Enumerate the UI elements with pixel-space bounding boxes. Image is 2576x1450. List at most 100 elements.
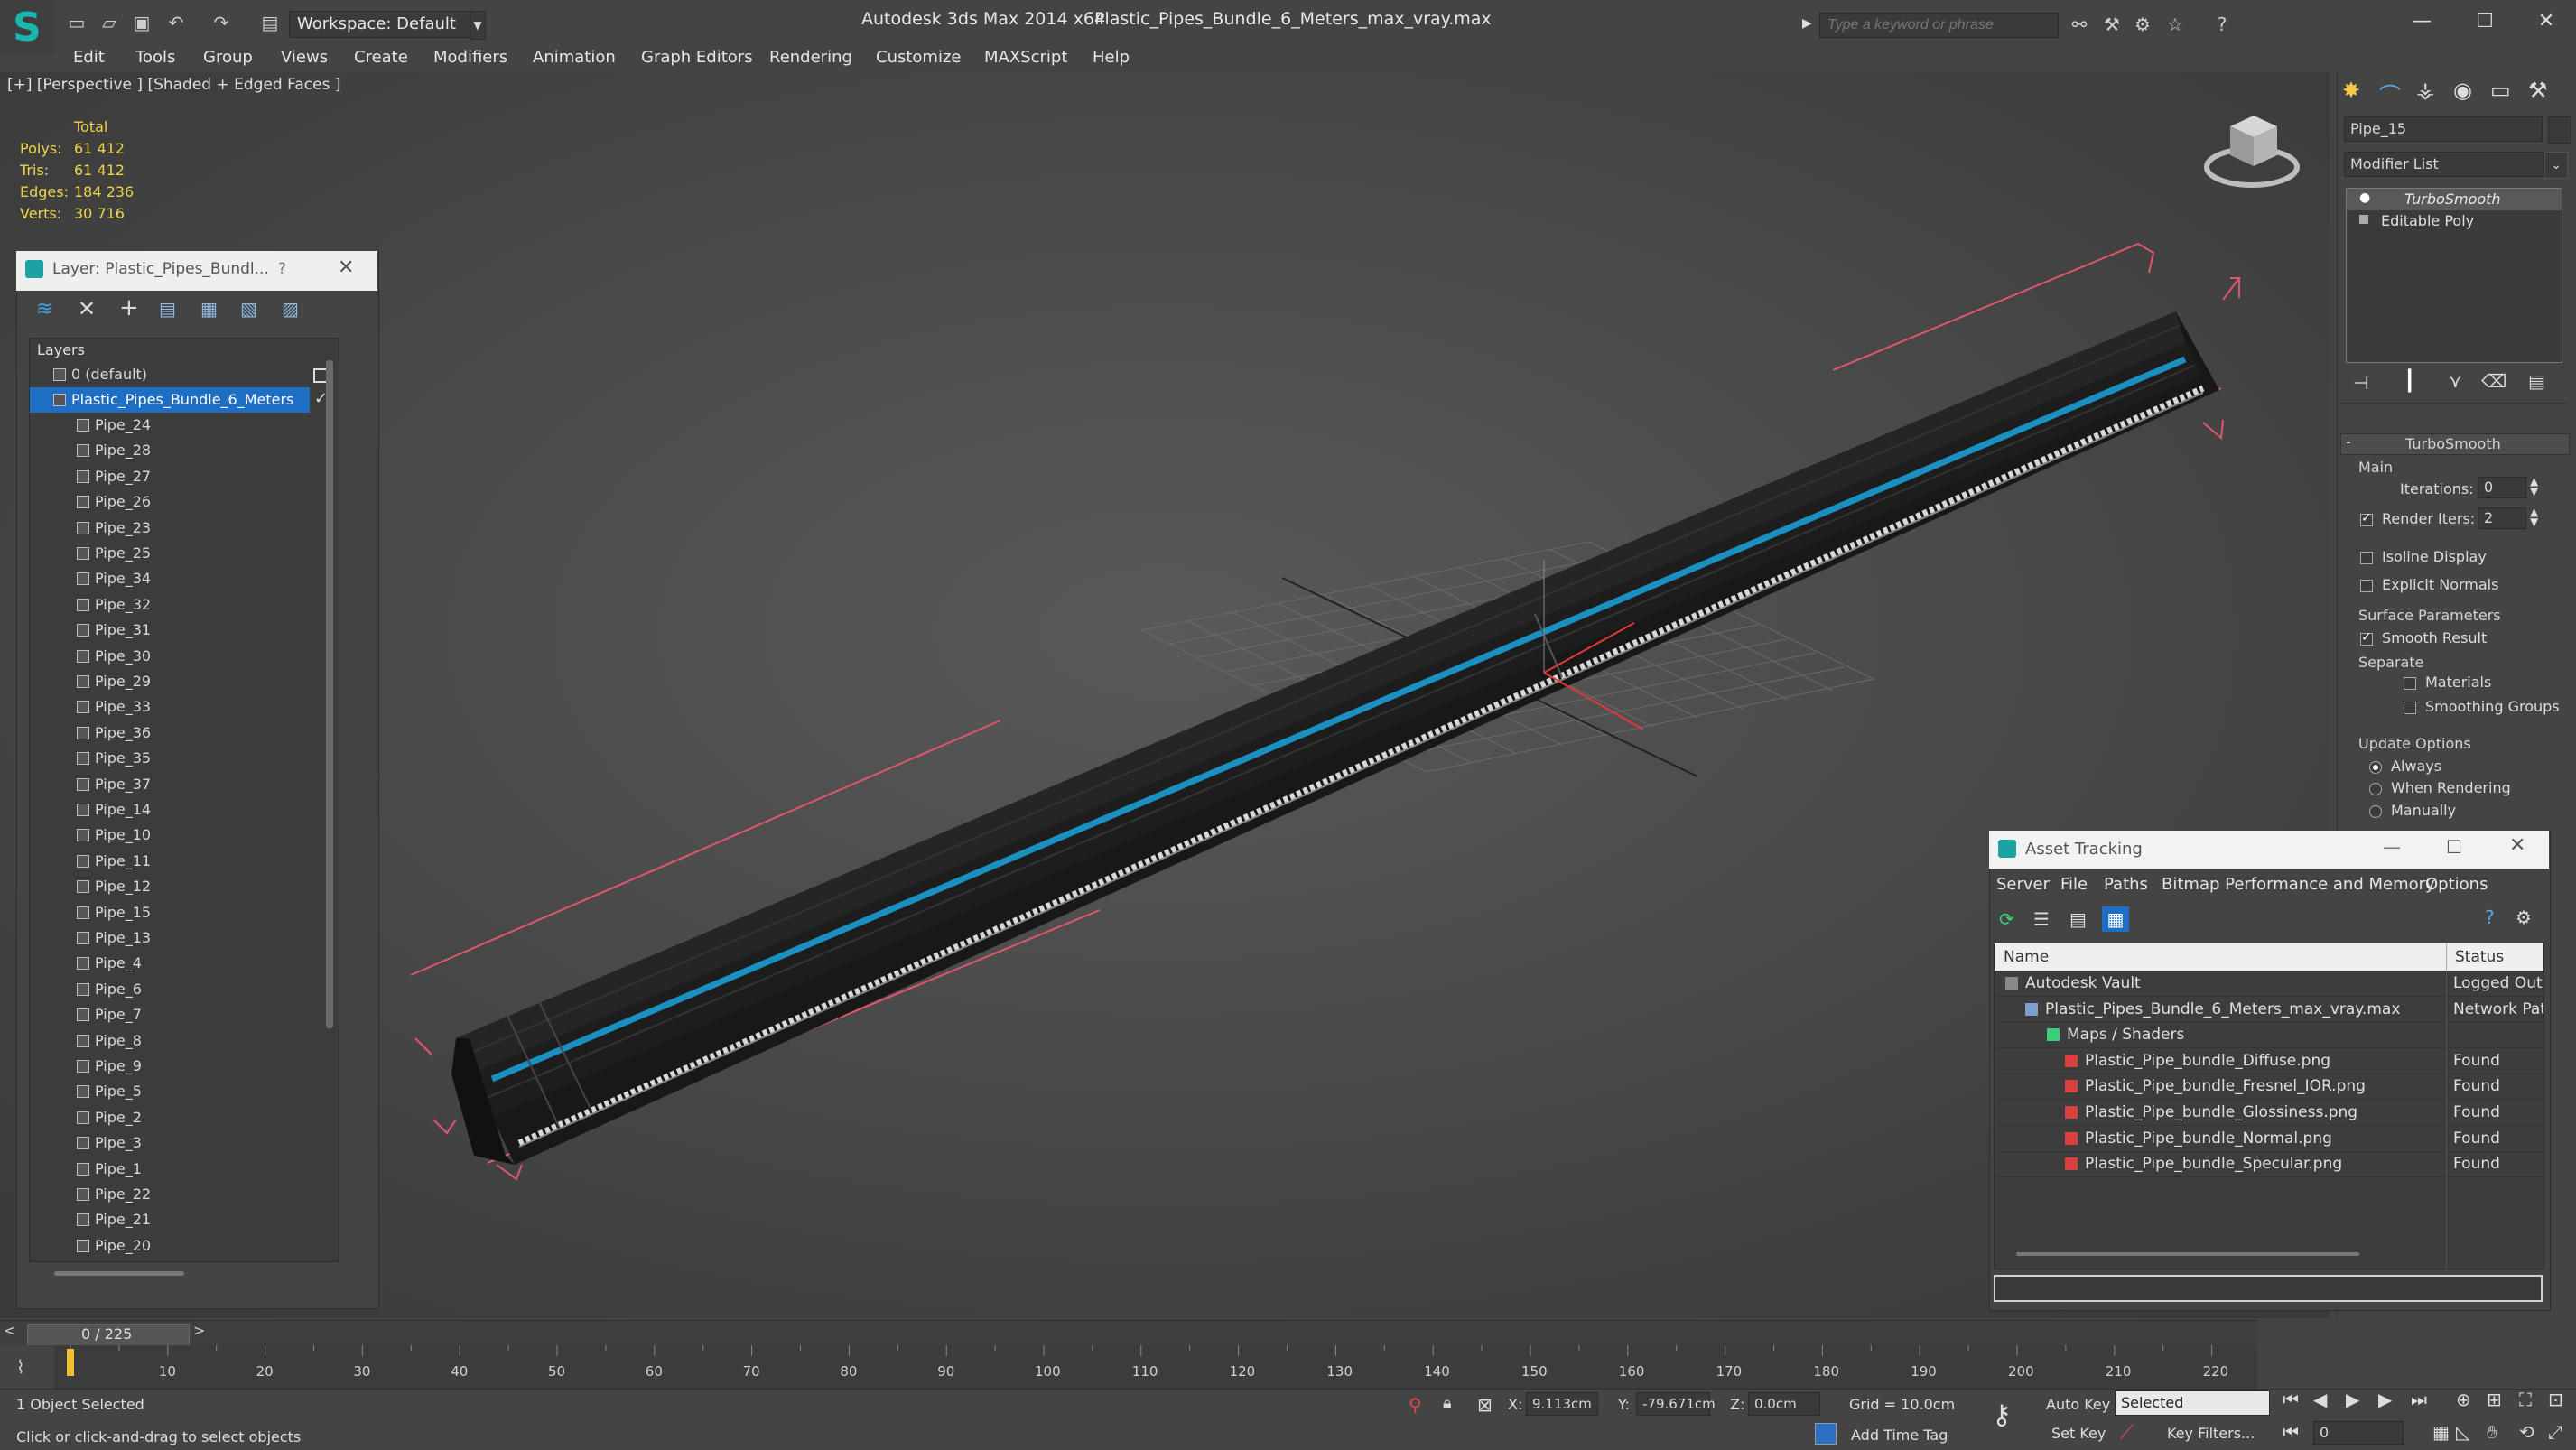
x-coordinate-field[interactable]: 9.113cm — [1526, 1392, 1598, 1416]
when-rendering-radio[interactable] — [2369, 783, 2382, 795]
asset-menu-paths[interactable]: Paths — [2104, 872, 2148, 897]
layer-object-row[interactable]: Pipe_11 — [30, 849, 339, 874]
time-tag-icon[interactable] — [1815, 1423, 1837, 1445]
layer-object-row[interactable]: Pipe_20 — [30, 1233, 339, 1259]
orbit-icon[interactable]: ⟲ — [2519, 1421, 2534, 1443]
project-folder-icon[interactable]: ▤ — [258, 11, 282, 34]
menu-graph-editors[interactable]: Graph Editors — [641, 45, 753, 70]
menu-views[interactable]: Views — [281, 45, 328, 70]
save-icon[interactable]: ▣ — [130, 11, 153, 34]
y-coordinate-field[interactable]: -79.671cm — [1636, 1392, 1716, 1416]
layer-object-row[interactable]: Pipe_23 — [30, 516, 339, 541]
asset-minimize-button[interactable]: — — [2383, 836, 2401, 858]
menu-animation[interactable]: Animation — [533, 45, 616, 70]
render-iters-spinner[interactable]: 2 — [2478, 507, 2526, 529]
asset-menu-options[interactable]: Options — [2425, 872, 2488, 897]
render-iters-checkbox[interactable] — [2360, 511, 2373, 526]
layer-object-row[interactable]: Pipe_36 — [30, 720, 339, 746]
show-end-result-icon[interactable]: ┃ — [2404, 370, 2415, 393]
open-file-icon[interactable]: ▱ — [98, 11, 121, 34]
object-name-field[interactable]: Pipe_15 — [2344, 116, 2543, 142]
asset-row[interactable]: Plastic_Pipe_bundle_Diffuse.png Found — [1995, 1048, 2543, 1074]
layer-object-row[interactable]: Pipe_26 — [30, 489, 339, 515]
set-key-button[interactable]: Set Key — [2051, 1425, 2106, 1442]
time-next-arrow[interactable]: > — [193, 1322, 205, 1339]
redo-icon[interactable]: ↷ — [209, 11, 233, 34]
absolute-mode-icon[interactable]: ⊠ — [1477, 1394, 1493, 1416]
key-icon[interactable]: ⚷ — [1992, 1399, 2012, 1431]
layer-object-row[interactable]: Pipe_37 — [30, 772, 339, 797]
play-icon[interactable]: ▶ — [2346, 1389, 2359, 1410]
asset-row[interactable]: Autodesk Vault Logged Out — [1995, 971, 2543, 997]
zoom-extents-icon[interactable]: ⛶ — [2519, 1389, 2532, 1410]
layer-object-row[interactable]: Pipe_13 — [30, 925, 339, 951]
help-icon[interactable]: ? — [2210, 13, 2234, 36]
go-to-end-icon[interactable]: ⏭ — [2411, 1389, 2427, 1410]
asset-row[interactable]: Plastic_Pipe_bundle_Normal.png Found — [1995, 1126, 2543, 1152]
pan-view-icon[interactable]: ✋︎ — [2487, 1421, 2497, 1443]
highlight-layer-icon[interactable]: ▦ — [200, 298, 218, 320]
select-objects-icon[interactable]: ▤ — [159, 298, 176, 320]
layer-object-row[interactable]: Pipe_30 — [30, 644, 339, 669]
exchange-icon[interactable]: ⚙ — [2131, 13, 2154, 36]
asset-horizontal-scrollbar[interactable] — [2016, 1252, 2359, 1256]
asset-tracking-titlebar[interactable]: Asset Tracking — ☐ ✕ — [1989, 831, 2549, 869]
layer-object-row[interactable]: Pipe_31 — [30, 618, 339, 643]
menu-maxscript[interactable]: MAXScript — [984, 45, 1067, 70]
asset-maximize-button[interactable]: ☐ — [2446, 836, 2462, 858]
close-button[interactable]: ✕ — [2526, 5, 2566, 38]
asset-help-icon[interactable]: ? — [2485, 906, 2495, 928]
layer-object-row[interactable]: Pipe_24 — [30, 413, 339, 438]
zoom-icon[interactable]: ⊕ — [2456, 1389, 2471, 1410]
hierarchy-tab-icon[interactable]: ⚶ — [2416, 78, 2434, 103]
menu-edit[interactable]: Edit — [73, 45, 105, 70]
materials-checkbox[interactable] — [2404, 677, 2416, 690]
add-to-layer-icon[interactable]: + — [119, 294, 139, 321]
asset-table[interactable]: Name Status Autodesk Vault Logged Out Plas… — [1994, 943, 2544, 1269]
binoculars-icon[interactable]: ⚯ — [2068, 13, 2091, 36]
stack-item-turbosmooth[interactable]: ● TurboSmooth — [2347, 189, 2562, 210]
search-expand-icon[interactable]: ▶ — [1802, 16, 1812, 31]
layer-object-row[interactable]: Pipe_32 — [30, 592, 339, 618]
hide-all-icon[interactable]: ▧ — [240, 298, 257, 320]
layer-object-row[interactable]: Pipe_9 — [30, 1054, 339, 1079]
undo-icon[interactable]: ↶ — [164, 11, 188, 34]
layer-object-row[interactable]: Pipe_27 — [30, 464, 339, 489]
previous-frame-icon[interactable]: ◀ — [2313, 1389, 2327, 1410]
make-unique-icon[interactable]: ⋎ — [2449, 370, 2462, 392]
isolate-selection-icon[interactable]: ⚲ — [1409, 1394, 1422, 1416]
asset-row[interactable]: Plastic_Pipe_bundle_Glossiness.png Found — [1995, 1100, 2543, 1126]
utilities-tab-icon[interactable]: ⚒ — [2528, 78, 2548, 103]
remove-modifier-icon[interactable]: ⌫ — [2481, 370, 2506, 392]
isoline-display-checkbox[interactable] — [2360, 552, 2373, 564]
next-frame-icon[interactable]: ▶ — [2378, 1389, 2392, 1410]
modify-tab-icon[interactable]: ⌒ — [2379, 78, 2401, 109]
time-prev-arrow[interactable]: < — [4, 1322, 15, 1339]
app-logo-icon[interactable]: S — [0, 0, 54, 54]
layer-object-row[interactable]: Pipe_7 — [30, 1002, 339, 1027]
menu-tools[interactable]: Tools — [135, 45, 175, 70]
go-to-start-icon[interactable]: ⏮ — [2283, 1389, 2299, 1410]
asset-close-button[interactable]: ✕ — [2509, 834, 2525, 857]
asset-menu-file[interactable]: File — [2060, 872, 2088, 897]
asset-row[interactable]: Plastic_Pipe_bundle_Specular.png Found — [1995, 1151, 2543, 1178]
menu-help[interactable]: Help — [1093, 45, 1130, 70]
layer-object-row[interactable]: Pipe_12 — [30, 874, 339, 899]
asset-menu-bitmap[interactable]: Bitmap Performance and Memory — [2162, 872, 2435, 897]
layer-object-row[interactable]: Pipe_15 — [30, 900, 339, 925]
object-color-swatch[interactable] — [2548, 116, 2571, 144]
menu-create[interactable]: Create — [354, 45, 408, 70]
menu-group[interactable]: Group — [203, 45, 253, 70]
always-radio[interactable] — [2369, 761, 2382, 774]
time-configuration-icon[interactable]: ▦ — [2432, 1421, 2450, 1443]
layer-object-row[interactable]: Pipe_25 — [30, 541, 339, 566]
subscription-icon[interactable]: ⚒ — [2100, 13, 2124, 36]
layer-object-row[interactable]: Pipe_10 — [30, 823, 339, 848]
modifier-stack[interactable]: ● TurboSmooth Editable Poly — [2346, 188, 2562, 363]
asset-menu-server[interactable]: Server — [1996, 872, 2050, 897]
layer-horizontal-scrollbar[interactable] — [54, 1271, 184, 1276]
maximize-viewport-icon[interactable]: ⤢ — [2548, 1421, 2562, 1443]
stack-item-editable-poly[interactable]: Editable Poly — [2347, 210, 2562, 232]
smoothing-groups-checkbox[interactable] — [2404, 702, 2416, 714]
layer-object-row[interactable]: Pipe_33 — [30, 694, 339, 720]
